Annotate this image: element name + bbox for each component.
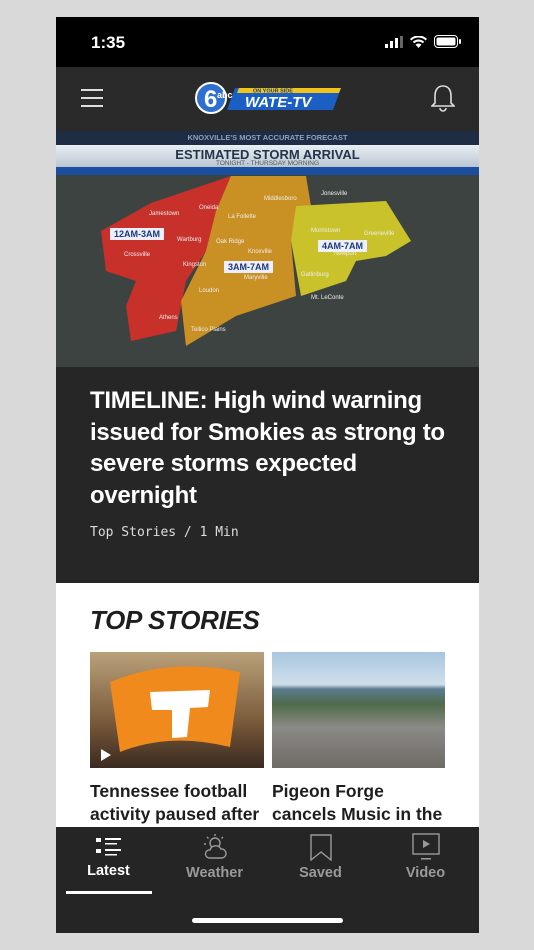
tab-label: Weather (186, 865, 243, 881)
tab-saved[interactable]: Saved (268, 833, 373, 881)
zone-label: 12AM-3AM (110, 228, 165, 240)
bookmark-icon (309, 834, 332, 861)
town-label: Middlesboro (264, 196, 297, 202)
wifi-icon (410, 35, 427, 48)
video-play-icon (411, 833, 440, 860)
story-thumbnail[interactable] (90, 652, 264, 768)
active-tab-indicator (66, 891, 152, 894)
town-label: Wartburg (177, 237, 202, 243)
town-label: Greeneville (364, 231, 395, 237)
hero-title[interactable]: TIMELINE: High wind warning issued for S… (90, 385, 445, 511)
town-label: Crossville (124, 252, 151, 258)
battery-icon (434, 35, 461, 48)
tab-weather[interactable]: Weather (162, 833, 267, 881)
hero-story[interactable]: TIMELINE: High wind warning issued for S… (56, 367, 479, 583)
town-label: Maryville (244, 275, 268, 281)
notification-bell-icon[interactable] (431, 84, 455, 112)
town-label: Kingston (183, 262, 207, 268)
town-label: Tellico Plains (191, 327, 226, 333)
town-label: Loudon (199, 288, 220, 294)
wate-logo[interactable]: 6 abc ON YOUR SIDE WATE-TV (195, 82, 341, 114)
top-stories-section: TOP STORIES Tennessee football activity … (56, 583, 479, 829)
town-label: Athens (159, 315, 178, 321)
town-label: Jamestown (149, 211, 180, 217)
town-label: Oak Ridge (216, 239, 245, 245)
hero-meta: Top Stories / 1 Min (90, 525, 239, 540)
tab-label: Latest (87, 863, 130, 879)
zone-label: 3AM-7AM (224, 261, 274, 273)
tab-latest[interactable]: Latest (56, 833, 161, 894)
story-thumbnail[interactable] (272, 652, 445, 768)
partly-cloudy-icon (203, 834, 227, 859)
town-label: La Follette (228, 214, 257, 220)
story-card[interactable]: Pigeon Forge cancels Music in the (272, 652, 445, 826)
list-icon (95, 838, 121, 856)
phone-screen: 1:35 6 abc ON YOUR SIDE WATE-TV KNOXVILL… (56, 17, 479, 933)
status-time: 1:35 (91, 33, 126, 52)
app-bar: 6 abc ON YOUR SIDE WATE-TV (56, 67, 479, 131)
menu-icon[interactable] (81, 89, 103, 107)
town-label: Knoxville (248, 249, 273, 255)
town-label: Morristown (311, 228, 341, 234)
bottom-tab-bar: Latest Weather Saved Video (56, 827, 479, 933)
home-indicator[interactable] (192, 918, 343, 923)
signal-icon (385, 35, 403, 48)
town-label: Gatlinburg (301, 272, 329, 278)
tab-label: Saved (299, 865, 342, 881)
town-label: Jonesville (321, 191, 348, 197)
tab-video[interactable]: Video (373, 833, 478, 881)
svg-text:abc: abc (217, 90, 233, 100)
story-title[interactable]: Tennessee football activity paused after (90, 780, 264, 826)
town-label: Newport (334, 251, 357, 257)
tab-label: Video (405, 865, 446, 881)
section-title: TOP STORIES (90, 605, 260, 635)
svg-text:6: 6 (204, 86, 217, 113)
town-label: Mt. LeConte (311, 295, 344, 301)
banner-top: KNOXVILLE'S MOST ACCURATE FORECAST (187, 133, 348, 142)
story-card[interactable]: Tennessee football activity paused after (90, 652, 264, 826)
town-label: Oneida (199, 205, 219, 211)
svg-text:WATE-TV: WATE-TV (245, 94, 313, 111)
video-play-icon (101, 749, 111, 761)
banner-sub: TONIGHT - THURSDAY MORNING (215, 160, 320, 167)
story-title[interactable]: Pigeon Forge cancels Music in the (272, 780, 445, 826)
status-bar: 1:35 (56, 17, 479, 67)
hero-image-storm-map[interactable]: KNOXVILLE'S MOST ACCURATE FORECAST ESTIM… (56, 131, 479, 367)
